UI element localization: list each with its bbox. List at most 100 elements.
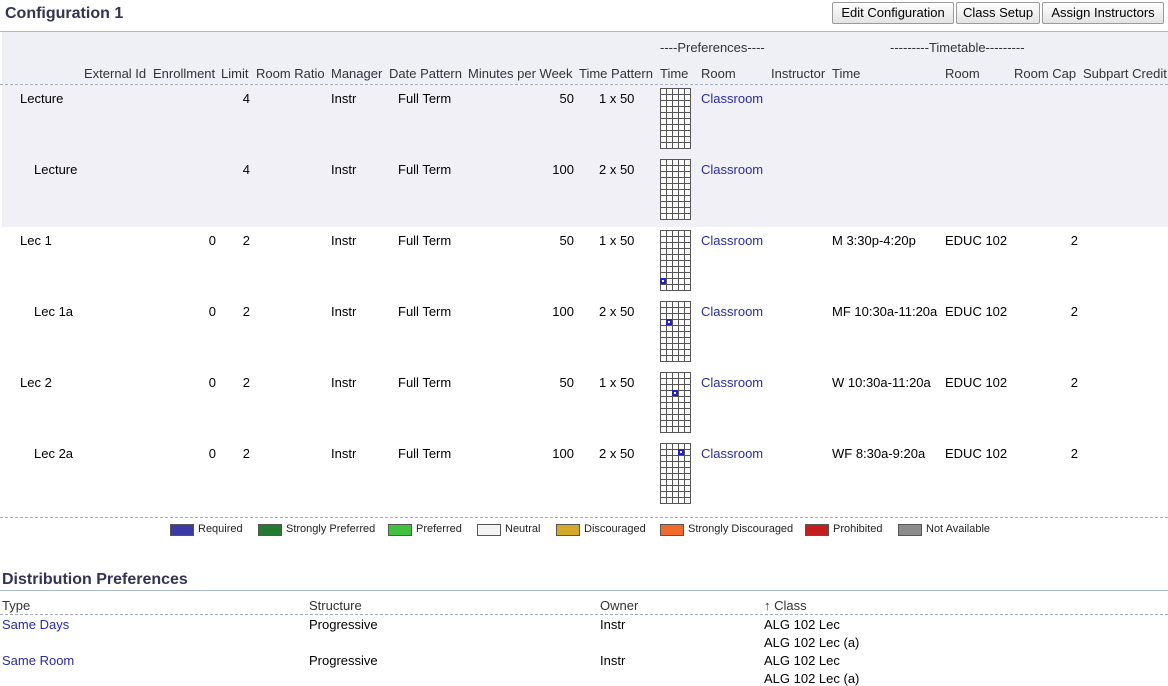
dist-col-class[interactable]: ↑ Class xyxy=(764,598,807,613)
dist-type-link[interactable]: Same Days xyxy=(2,617,69,632)
room-preference-link[interactable]: Classroom xyxy=(701,91,763,106)
row-minutes: 50 xyxy=(559,233,574,248)
col-minutes-per-week[interactable]: Minutes per Week xyxy=(468,66,573,81)
row-name[interactable]: Lec 1a xyxy=(34,304,73,319)
col-enrollment[interactable]: Enrollment xyxy=(153,66,215,81)
dist-class: ALG 102 Lec (a) xyxy=(764,671,860,686)
room-preference-link[interactable]: Classroom xyxy=(701,162,763,177)
row-time-pattern: 2 x 50 xyxy=(599,304,635,319)
row-assigned-time: W 10:30a-11:20a xyxy=(832,375,931,390)
col-pref-room[interactable]: Room xyxy=(701,66,736,81)
col-pref-time[interactable]: Time xyxy=(660,66,688,81)
distribution-divider xyxy=(0,590,1168,591)
dist-type-link[interactable]: Same Room xyxy=(2,653,74,668)
class-setup-button[interactable]: Class Setup xyxy=(956,2,1040,24)
row-room-cap: 2 xyxy=(1070,375,1078,390)
row-name[interactable]: Lecture xyxy=(20,91,63,106)
required-time-mark xyxy=(666,319,672,325)
row-minutes: 100 xyxy=(552,304,574,319)
row-manager: Instr xyxy=(331,91,357,106)
col-room-cap[interactable]: Room Cap xyxy=(1014,66,1076,81)
row-assigned-time: WF 8:30a-9:20a xyxy=(832,446,926,461)
room-preference-link[interactable]: Classroom xyxy=(701,304,763,319)
legend-label: Discouraged xyxy=(584,523,646,535)
row-enrollment: 0 xyxy=(208,304,216,319)
row-limit: 4 xyxy=(242,91,250,106)
row-name[interactable]: Lecture xyxy=(34,162,77,177)
row-time-pattern: 1 x 50 xyxy=(599,91,635,106)
row-manager: Instr xyxy=(331,304,357,319)
row-time-pattern: 2 x 50 xyxy=(599,446,635,461)
col-instructor[interactable]: Instructor xyxy=(771,66,825,81)
room-preference-link[interactable]: Classroom xyxy=(701,446,763,461)
row-room-cap: 2 xyxy=(1070,304,1078,319)
distribution-title: Distribution Preferences xyxy=(2,571,188,588)
col-subpart-credit[interactable]: Subpart Credit xyxy=(1083,66,1167,81)
row-limit: 2 xyxy=(242,375,250,390)
legend-label: Strongly Preferred xyxy=(286,523,376,535)
legend-label: Neutral xyxy=(505,523,541,535)
col-limit[interactable]: Limit xyxy=(221,66,248,81)
legend-label: Preferred xyxy=(416,523,462,535)
dist-col-owner[interactable]: Owner xyxy=(600,598,638,613)
room-preference-link[interactable]: Classroom xyxy=(701,375,763,390)
col-time-pattern[interactable]: Time Pattern xyxy=(579,66,653,81)
col-date-pattern[interactable]: Date Pattern xyxy=(389,66,462,81)
col-manager[interactable]: Manager xyxy=(331,66,382,81)
row-enrollment: 0 xyxy=(208,446,216,461)
row-limit: 2 xyxy=(242,304,250,319)
row-date-pattern: Full Term xyxy=(398,162,452,177)
timetable-group-header: ---------Timetable--------- xyxy=(890,40,1025,55)
row-assigned-room: EDUC 102 xyxy=(945,233,1008,248)
legend-label: Strongly Discouraged xyxy=(688,523,794,535)
required-time-mark xyxy=(678,449,684,455)
row-assigned-time: M 3:30p-4:20p xyxy=(832,233,916,248)
row-enrollment: 0 xyxy=(208,233,216,248)
legend-swatch xyxy=(170,524,194,536)
dist-header-divider xyxy=(0,614,1168,615)
row-date-pattern: Full Term xyxy=(398,446,452,461)
row-name[interactable]: Lec 1 xyxy=(20,233,52,248)
time-preference-grid[interactable] xyxy=(660,88,691,149)
edit-configuration-button[interactable]: Edit Configuration xyxy=(832,2,954,24)
time-preference-grid[interactable] xyxy=(660,372,691,433)
time-preference-grid[interactable] xyxy=(660,159,691,220)
assign-instructors-button[interactable]: Assign Instructors xyxy=(1042,2,1164,24)
legend-swatch xyxy=(898,524,922,536)
col-room-ratio[interactable]: Room Ratio xyxy=(256,66,325,81)
row-manager: Instr xyxy=(331,375,357,390)
legend-swatch xyxy=(556,524,580,536)
legend-swatch xyxy=(805,524,829,536)
row-name[interactable]: Lec 2a xyxy=(34,446,73,461)
col-external-id[interactable]: External Id xyxy=(84,66,146,81)
col-tt-room[interactable]: Room xyxy=(945,66,980,81)
time-preference-grid[interactable] xyxy=(660,443,691,504)
row-enrollment: 0 xyxy=(208,375,216,390)
row-minutes: 100 xyxy=(552,446,574,461)
dist-owner: Instr xyxy=(600,617,626,632)
row-date-pattern: Full Term xyxy=(398,233,452,248)
row-assigned-room: EDUC 102 xyxy=(945,304,1008,319)
room-preference-link[interactable]: Classroom xyxy=(701,233,763,248)
row-time-pattern: 1 x 50 xyxy=(599,233,635,248)
row-minutes: 50 xyxy=(559,91,574,106)
dist-col-type[interactable]: Type xyxy=(2,598,30,613)
dist-col-structure[interactable]: Structure xyxy=(309,598,362,613)
dist-class: ALG 102 Lec xyxy=(764,653,840,668)
col-tt-time[interactable]: Time xyxy=(832,66,860,81)
row-date-pattern: Full Term xyxy=(398,91,452,106)
preferences-group-header: ----Preferences---- xyxy=(660,40,765,55)
row-time-pattern: 1 x 50 xyxy=(599,375,635,390)
row-room-cap: 2 xyxy=(1070,446,1078,461)
row-date-pattern: Full Term xyxy=(398,375,452,390)
row-date-pattern: Full Term xyxy=(398,304,452,319)
legend-label: Prohibited xyxy=(833,523,883,535)
legend-swatch xyxy=(660,524,684,536)
time-preference-grid[interactable] xyxy=(660,301,691,362)
dist-class: ALG 102 Lec xyxy=(764,617,840,632)
row-name[interactable]: Lec 2 xyxy=(20,375,52,390)
row-manager: Instr xyxy=(331,446,357,461)
row-limit: 2 xyxy=(242,233,250,248)
row-manager: Instr xyxy=(331,233,357,248)
time-preference-grid[interactable] xyxy=(660,230,691,291)
